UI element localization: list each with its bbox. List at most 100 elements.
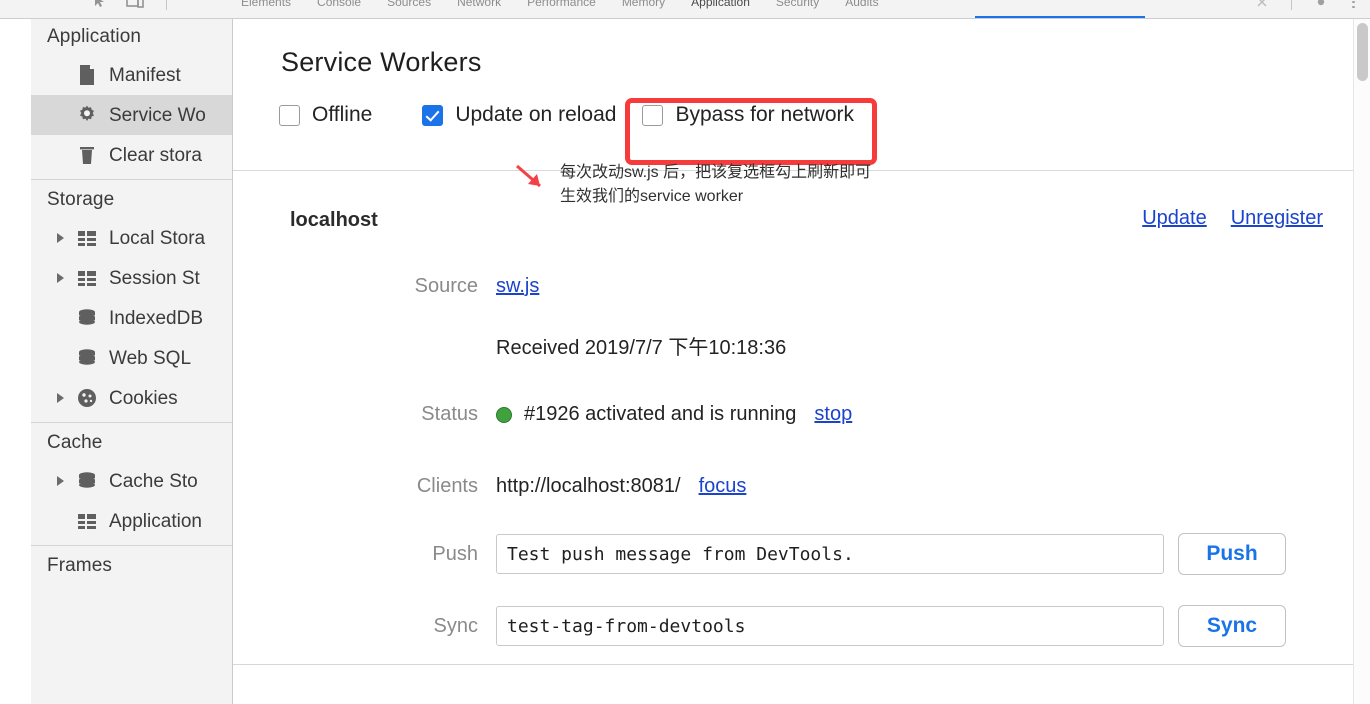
source-file-link[interactable]: sw.js bbox=[496, 275, 539, 298]
clients-label: Clients bbox=[416, 475, 478, 497]
status-value: #1926 activated and is running stop bbox=[496, 403, 852, 426]
tab-elements[interactable]: Elements bbox=[228, 0, 304, 17]
registration-actions: Update Unregister bbox=[1142, 207, 1323, 230]
stop-link[interactable]: stop bbox=[814, 403, 852, 426]
sidebar-item-label: Cache Sto bbox=[109, 470, 198, 492]
tab-application[interactable]: Application bbox=[678, 0, 763, 17]
database-icon bbox=[75, 306, 99, 330]
devtools-toolbar: Elements Console Sources Network Perform… bbox=[0, 0, 1370, 19]
tab-security[interactable]: Security bbox=[763, 0, 832, 17]
trash-icon bbox=[75, 143, 99, 167]
database-icon bbox=[75, 346, 99, 370]
status-label: Status bbox=[421, 403, 478, 425]
scrollbar-thumb[interactable] bbox=[1357, 23, 1368, 81]
update-on-reload-checkbox-row[interactable]: Update on reload bbox=[422, 103, 616, 127]
focus-link[interactable]: focus bbox=[699, 475, 747, 498]
sidebar-item-label: Web SQL bbox=[109, 347, 192, 369]
status-row: Status #1926 activated and is running st… bbox=[233, 403, 1353, 426]
sidebar-item-cookies[interactable]: Cookies bbox=[31, 378, 232, 418]
push-button[interactable]: Push bbox=[1178, 533, 1286, 575]
offline-checkbox[interactable] bbox=[279, 104, 300, 126]
sidebar-item-application-cache[interactable]: Application bbox=[31, 501, 232, 541]
sidebar-item-label: Service Wo bbox=[109, 104, 206, 126]
chevron-right-icon[interactable] bbox=[57, 393, 64, 403]
sync-row: Sync Sync bbox=[233, 605, 1353, 647]
database-icon bbox=[75, 469, 99, 493]
chevron-right-icon[interactable] bbox=[57, 273, 64, 283]
update-on-reload-label: Update on reload bbox=[455, 103, 617, 126]
status-indicator-icon bbox=[496, 406, 512, 423]
sidebar-item-local-storage[interactable]: Local Stora bbox=[31, 218, 232, 258]
sidebar-item-session-storage[interactable]: Session St bbox=[31, 258, 232, 298]
more-icon[interactable] bbox=[1344, 0, 1362, 10]
unregister-link[interactable]: Unregister bbox=[1231, 207, 1323, 230]
close-icon[interactable] bbox=[1253, 0, 1271, 10]
sync-button[interactable]: Sync bbox=[1178, 605, 1286, 647]
push-row: Push Push bbox=[233, 533, 1353, 575]
update-on-reload-checkbox[interactable] bbox=[422, 104, 444, 126]
push-input[interactable] bbox=[496, 534, 1164, 574]
vertical-scrollbar[interactable] bbox=[1353, 19, 1370, 704]
sync-controls: Sync bbox=[496, 605, 1286, 647]
sidebar-divider bbox=[31, 422, 232, 423]
update-link[interactable]: Update bbox=[1142, 207, 1207, 230]
received-label-spacer bbox=[233, 334, 496, 357]
sidebar-item-label: Application bbox=[109, 510, 202, 532]
sidebar-item-indexeddb[interactable]: IndexedDB bbox=[31, 298, 232, 338]
tab-sources[interactable]: Sources bbox=[374, 0, 444, 17]
chevron-right-icon[interactable] bbox=[57, 233, 64, 243]
device-toolbar-icon[interactable] bbox=[126, 0, 144, 10]
sync-label: Sync bbox=[433, 614, 478, 637]
bypass-for-network-checkbox-row[interactable]: Bypass for network bbox=[642, 103, 854, 127]
sidebar-item-cache-storage[interactable]: Cache Sto bbox=[31, 461, 232, 501]
sidebar-divider bbox=[31, 179, 232, 180]
toolbar-left-icon-group bbox=[92, 0, 173, 16]
sidebar-item-label: Clear stora bbox=[109, 144, 202, 166]
offline-checkbox-row[interactable]: Offline bbox=[279, 103, 372, 127]
bypass-for-network-label: Bypass for network bbox=[675, 103, 855, 126]
offline-label: Offline bbox=[312, 103, 373, 126]
sidebar-item-clear-storage[interactable]: Clear stora bbox=[31, 135, 232, 175]
registration-origin: localhost bbox=[290, 209, 378, 231]
source-value: sw.js bbox=[496, 275, 539, 298]
tab-performance[interactable]: Performance bbox=[514, 0, 609, 17]
application-sidebar[interactable]: Application Manifest Service Wo Clear st… bbox=[31, 19, 233, 704]
sidebar-item-manifest[interactable]: Manifest bbox=[31, 55, 232, 95]
annotation-text: 每次改动sw.js 后，把该复选框勾上刷新即可 生效我们的service wor… bbox=[560, 158, 871, 206]
sidebar-item-web-sql[interactable]: Web SQL bbox=[31, 338, 232, 378]
devtools-tab-bar[interactable]: Elements Console Sources Network Perform… bbox=[228, 0, 892, 17]
sidebar-item-label: Cookies bbox=[109, 387, 178, 409]
toolbar-separator bbox=[166, 0, 167, 10]
source-row: Source sw.js bbox=[233, 275, 1353, 298]
sidebar-item-label: Local Stora bbox=[109, 227, 206, 249]
clients-row: Clients http://localhost:8081/ focus bbox=[233, 475, 1353, 498]
tab-console[interactable]: Console bbox=[304, 0, 374, 17]
annotation-line-2: 生效我们的service worker bbox=[560, 188, 744, 205]
table-icon bbox=[75, 509, 99, 533]
page-title: Service Workers bbox=[281, 47, 482, 77]
sidebar-divider bbox=[31, 545, 232, 546]
cookie-icon bbox=[75, 386, 99, 410]
push-controls: Push bbox=[496, 533, 1286, 575]
sidebar-section-application: Application bbox=[47, 26, 142, 47]
clients-value: http://localhost:8081/ focus bbox=[496, 475, 746, 498]
bypass-for-network-checkbox[interactable] bbox=[642, 104, 664, 126]
annotation-arrow-icon bbox=[514, 163, 548, 191]
tab-memory[interactable]: Memory bbox=[609, 0, 678, 17]
tab-audits[interactable]: Audits bbox=[832, 0, 891, 17]
sidebar-item-service-workers[interactable]: Service Wo bbox=[31, 95, 232, 135]
sidebar-section-storage: Storage bbox=[47, 189, 115, 210]
sidebar-item-label: Manifest bbox=[109, 64, 181, 86]
status-text: #1926 activated and is running bbox=[524, 403, 797, 425]
sidebar-item-label: Session St bbox=[109, 267, 200, 289]
client-url: http://localhost:8081/ bbox=[496, 475, 681, 497]
sync-input[interactable] bbox=[496, 606, 1164, 646]
tab-network[interactable]: Network bbox=[444, 0, 514, 17]
left-gutter bbox=[0, 19, 31, 704]
chevron-right-icon[interactable] bbox=[57, 476, 64, 486]
inspect-icon[interactable] bbox=[92, 0, 110, 10]
service-workers-panel: Service Workers Offline Update on reload… bbox=[233, 19, 1353, 665]
settings-icon[interactable] bbox=[1312, 0, 1330, 10]
sidebar-section-frames: Frames bbox=[47, 555, 112, 576]
push-label: Push bbox=[432, 542, 478, 565]
